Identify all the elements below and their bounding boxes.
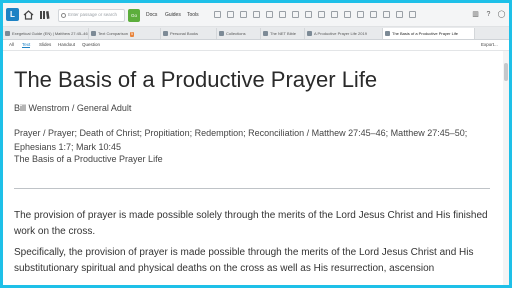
menu-guides[interactable]: Guides: [165, 12, 181, 18]
tab-badge: 5: [130, 32, 134, 37]
search-placeholder: Enter passage or search: [68, 12, 118, 17]
panel-icon[interactable]: [331, 11, 338, 18]
panel-icon[interactable]: [253, 11, 260, 18]
document-subtitle: The Basis of a Productive Prayer Life: [14, 154, 163, 164]
panel-icon[interactable]: [292, 11, 299, 18]
resource-icon: [219, 31, 224, 36]
library-icon[interactable]: [39, 9, 50, 20]
subtab-question[interactable]: Question: [82, 42, 100, 47]
subtab-all[interactable]: All: [9, 42, 14, 47]
resource-icon: [263, 31, 268, 36]
topics-line: Prayer / Prayer; Death of Christ; Propit…: [14, 128, 468, 152]
help-icon[interactable]: ?: [483, 9, 494, 20]
panel-icon[interactable]: [318, 11, 325, 18]
panel-icon[interactable]: [383, 11, 390, 18]
vertical-scrollbar[interactable]: [503, 51, 509, 285]
paragraph: Specifically, the provision of prayer is…: [14, 247, 474, 274]
tab-exegetical-guide[interactable]: Exegetical Guide (EN) | Matthew 27:45–46…: [3, 28, 89, 39]
subtab-slides[interactable]: Slides: [39, 42, 51, 47]
author-line: Bill Wenstrom / General Adult: [14, 103, 132, 113]
tab-productive-prayer-life[interactable]: A Productive Prayer Life 2019: [305, 28, 383, 39]
resource-icon: [307, 31, 312, 36]
resource-icon: [91, 31, 96, 36]
app-window: L Enter passage or search Go Docs Guides…: [3, 3, 509, 285]
resource-icon: [385, 31, 390, 36]
panel-icon[interactable]: [357, 11, 364, 18]
panel-icon[interactable]: [279, 11, 286, 18]
go-button[interactable]: Go: [128, 9, 140, 22]
app-logo-icon[interactable]: L: [6, 8, 19, 21]
tab-text-comparison[interactable]: Text Comparison 5: [89, 28, 161, 39]
tab-label: A Productive Prayer Life 2019: [314, 31, 367, 36]
panel-icon[interactable]: [409, 11, 416, 18]
tab-collections[interactable]: Collections: [217, 28, 261, 39]
tab-label: The NET Bible: [270, 31, 296, 36]
search-input[interactable]: Enter passage or search: [58, 9, 125, 22]
subtab-text[interactable]: Text: [22, 42, 31, 48]
tab-bar: Exegetical Guide (EN) | Matthew 27:45–46…: [3, 27, 509, 40]
tab-label: Collections: [226, 31, 246, 36]
tab-personal-books[interactable]: Personal Books: [161, 28, 217, 39]
panel-icon[interactable]: [344, 11, 351, 18]
layouts-icon[interactable]: ▥: [470, 9, 481, 20]
tab-label: The Basis of a Productive Prayer Life: [392, 31, 459, 36]
menu-tools[interactable]: Tools: [187, 12, 199, 18]
export-button[interactable]: Export...: [481, 42, 498, 47]
page-title: The Basis of a Productive Prayer Life: [14, 67, 378, 92]
panel-icon[interactable]: [240, 11, 247, 18]
panel-icon[interactable]: [396, 11, 403, 18]
panel-icon[interactable]: [227, 11, 234, 18]
search-icon: [61, 13, 66, 18]
resource-icon: [5, 31, 10, 36]
document-body: The Basis of a Productive Prayer Life Bi…: [3, 51, 503, 285]
view-tabs: All Text Slides Handout Question Export.…: [3, 40, 509, 51]
account-icon[interactable]: ◯: [496, 9, 507, 20]
scrollbar-thumb[interactable]: [504, 63, 508, 81]
panel-icon[interactable]: [266, 11, 273, 18]
tab-label: Personal Books: [170, 31, 199, 36]
resource-icon: [163, 31, 168, 36]
menu-docs[interactable]: Docs: [146, 12, 157, 18]
paragraph: The provision of prayer is made possible…: [14, 210, 488, 237]
tab-net-bible[interactable]: The NET Bible: [261, 28, 305, 39]
home-icon[interactable]: [23, 9, 34, 20]
panel-icon[interactable]: [214, 11, 221, 18]
main-toolbar: L Enter passage or search Go Docs Guides…: [3, 3, 509, 27]
panel-icon[interactable]: [370, 11, 377, 18]
tab-label: Text Comparison: [98, 31, 129, 36]
panel-icon[interactable]: [305, 11, 312, 18]
tab-label: Exegetical Guide (EN) | Matthew 27:45–46: [12, 31, 88, 36]
divider: [14, 188, 490, 189]
tab-basis-prayer-life[interactable]: The Basis of a Productive Prayer Life: [383, 28, 475, 39]
subtab-handout[interactable]: Handout: [58, 42, 75, 47]
